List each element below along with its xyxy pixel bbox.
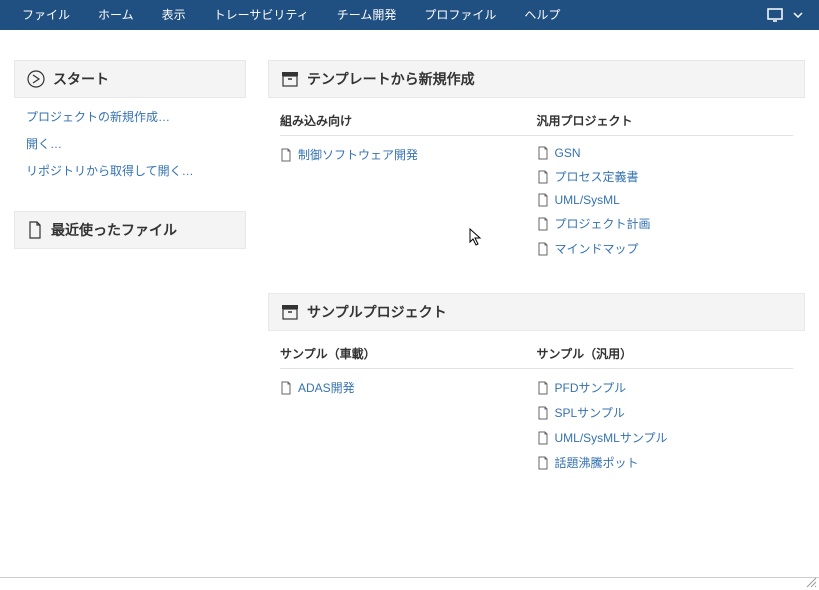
document-icon	[280, 148, 292, 162]
document-icon	[537, 456, 549, 470]
sample-pfd[interactable]: PFDサンプル	[537, 379, 794, 396]
document-icon	[280, 381, 292, 395]
resize-grip-icon[interactable]	[805, 576, 817, 588]
tmpl-label: GSN	[555, 146, 581, 160]
samples-col2-header: サンプル（汎用）	[537, 337, 794, 369]
menu-team-dev[interactable]: チーム開発	[323, 0, 411, 30]
archive-icon	[281, 304, 299, 320]
document-icon	[27, 221, 43, 239]
start-panel: スタート プロジェクトの新規作成… 開く… リポジトリから取得して開く…	[14, 60, 246, 189]
samples-col2-list: PFDサンプル SPLサンプル UML/SysMLサンプル 話題沸騰ポ	[537, 379, 794, 471]
samples-panel: サンプルプロジェクト サンプル（車載） ADAS開発 サンプル（汎用）	[268, 293, 805, 485]
templates-panel-header: テンプレートから新規作成	[268, 60, 805, 98]
templates-col2-list: GSN プロセス定義書 UML/SysML プロジェクト計画	[537, 146, 794, 257]
footer-border	[0, 577, 819, 578]
document-icon	[537, 242, 549, 256]
samples-col-general: サンプル（汎用） PFDサンプル SPLサンプル UML/SysMLサンプ	[537, 337, 794, 471]
right-column: テンプレートから新規作成 組み込み向け 制御ソフトウェア開発 汎用プロジェクト	[268, 60, 805, 568]
recent-panel: 最近使ったファイル	[14, 211, 246, 249]
document-icon	[537, 193, 549, 207]
sample-label: 話題沸騰ポット	[555, 454, 639, 471]
document-icon	[537, 431, 549, 445]
chevron-down-icon[interactable]	[793, 12, 803, 18]
sample-label: ADAS開発	[298, 379, 355, 396]
document-icon	[537, 406, 549, 420]
templates-col1-header: 組み込み向け	[280, 104, 537, 136]
templates-col-general: 汎用プロジェクト GSN プロセス定義書 UML/SysML	[537, 104, 794, 257]
samples-col1-list: ADAS開発	[280, 379, 537, 396]
document-icon	[537, 217, 549, 231]
menubar-items: ファイル ホーム 表示 トレーサビリティ チーム開発 プロファイル ヘルプ	[8, 0, 574, 30]
document-icon	[537, 381, 549, 395]
tmpl-mindmap[interactable]: マインドマップ	[537, 240, 794, 257]
menu-view[interactable]: 表示	[148, 0, 200, 30]
samples-columns: サンプル（車載） ADAS開発 サンプル（汎用） PFDサンプル	[268, 331, 805, 485]
tmpl-project-plan[interactable]: プロジェクト計画	[537, 215, 794, 232]
recent-panel-header: 最近使ったファイル	[14, 211, 246, 249]
monitor-icon[interactable]	[767, 8, 783, 22]
menu-home[interactable]: ホーム	[84, 0, 148, 30]
link-open[interactable]: 開く…	[26, 135, 234, 152]
tmpl-label: 制御ソフトウェア開発	[298, 146, 418, 163]
templates-columns: 組み込み向け 制御ソフトウェア開発 汎用プロジェクト GSN	[268, 98, 805, 271]
samples-title: サンプルプロジェクト	[307, 302, 447, 322]
left-column: スタート プロジェクトの新規作成… 開く… リポジトリから取得して開く… 最近使…	[14, 60, 246, 568]
sample-uml-sysml[interactable]: UML/SysMLサンプル	[537, 429, 794, 446]
tmpl-label: UML/SysML	[555, 193, 620, 207]
tmpl-process-def[interactable]: プロセス定義書	[537, 168, 794, 185]
sample-label: PFDサンプル	[555, 379, 627, 396]
tmpl-uml-sysml[interactable]: UML/SysML	[537, 193, 794, 207]
sample-spl[interactable]: SPLサンプル	[537, 404, 794, 421]
menu-file[interactable]: ファイル	[8, 0, 84, 30]
document-icon	[537, 170, 549, 184]
tmpl-label: プロセス定義書	[555, 168, 639, 185]
document-icon	[537, 146, 549, 160]
templates-col1-list: 制御ソフトウェア開発	[280, 146, 537, 163]
menu-profile[interactable]: プロファイル	[410, 0, 510, 30]
sample-hot-pot[interactable]: 話題沸騰ポット	[537, 454, 794, 471]
arrow-right-circle-icon	[27, 70, 45, 88]
sample-label: UML/SysMLサンプル	[555, 429, 668, 446]
link-new-project[interactable]: プロジェクトの新規作成…	[26, 108, 234, 125]
templates-title: テンプレートから新規作成	[307, 69, 475, 89]
samples-col1-header: サンプル（車載）	[280, 337, 537, 369]
templates-panel: テンプレートから新規作成 組み込み向け 制御ソフトウェア開発 汎用プロジェクト	[268, 60, 805, 271]
sample-adas[interactable]: ADAS開発	[280, 379, 537, 396]
menubar: ファイル ホーム 表示 トレーサビリティ チーム開発 プロファイル ヘルプ	[0, 0, 819, 30]
start-panel-header: スタート	[14, 60, 246, 98]
start-title: スタート	[53, 69, 109, 89]
recent-title: 最近使ったファイル	[51, 220, 177, 240]
menubar-right	[767, 8, 811, 22]
tmpl-control-software[interactable]: 制御ソフトウェア開発	[280, 146, 537, 163]
menu-traceability[interactable]: トレーサビリティ	[200, 0, 323, 30]
archive-icon	[281, 71, 299, 87]
tmpl-gsn[interactable]: GSN	[537, 146, 794, 160]
samples-col-automotive: サンプル（車載） ADAS開発	[280, 337, 537, 471]
main-content: スタート プロジェクトの新規作成… 開く… リポジトリから取得して開く… 最近使…	[0, 30, 819, 578]
templates-col-embedded: 組み込み向け 制御ソフトウェア開発	[280, 104, 537, 257]
samples-panel-header: サンプルプロジェクト	[268, 293, 805, 331]
sample-label: SPLサンプル	[555, 404, 625, 421]
tmpl-label: プロジェクト計画	[555, 215, 651, 232]
start-links: プロジェクトの新規作成… 開く… リポジトリから取得して開く…	[14, 98, 246, 189]
link-open-from-repo[interactable]: リポジトリから取得して開く…	[26, 162, 234, 179]
tmpl-label: マインドマップ	[555, 240, 639, 257]
templates-col2-header: 汎用プロジェクト	[537, 104, 794, 136]
menu-help[interactable]: ヘルプ	[510, 0, 574, 30]
